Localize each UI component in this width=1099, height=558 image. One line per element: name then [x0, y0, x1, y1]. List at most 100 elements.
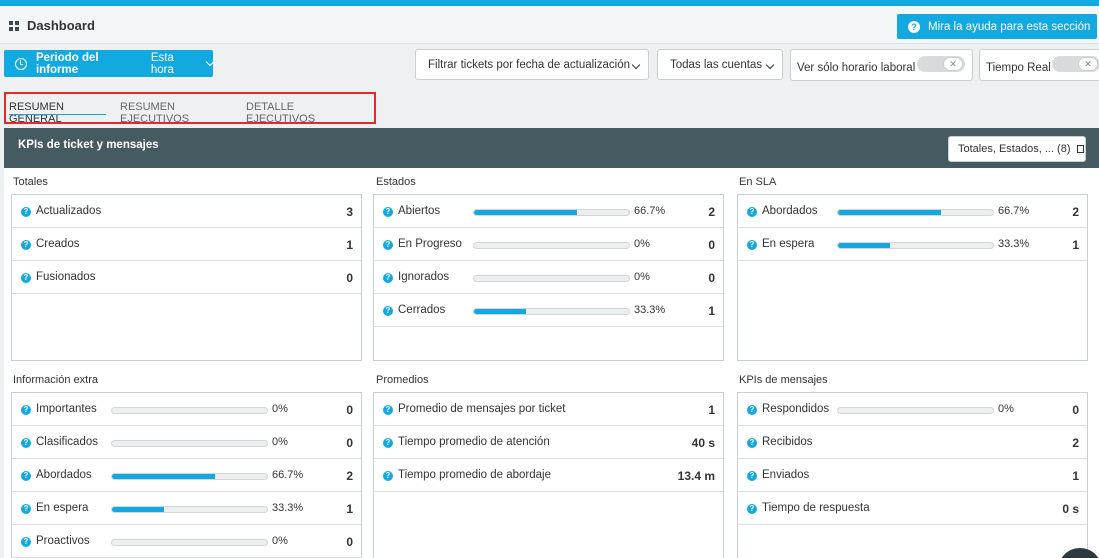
- question-icon[interactable]: ?: [747, 438, 757, 448]
- kpi-row-percent: 0%: [998, 403, 1014, 415]
- chevron-down-icon: [205, 57, 215, 66]
- kpi-row-percent: 33.3%: [634, 304, 666, 316]
- progress-bar-fill: [112, 474, 216, 479]
- question-icon[interactable]: ?: [383, 306, 393, 316]
- horario-laboral-label: Ver sólo horario laboral: [797, 62, 916, 74]
- kpi-row-value: 0: [708, 271, 715, 285]
- promedios-panel: ? Promedio de mensajes por ticket 1? Tiempo…: [373, 392, 724, 558]
- periodo-value: Esta hora: [150, 51, 174, 76]
- progress-bar-fill: [474, 210, 578, 215]
- question-icon[interactable]: ?: [383, 273, 393, 283]
- question-icon[interactable]: ?: [21, 537, 31, 547]
- progress-bar: [837, 242, 994, 249]
- kpi-row-label: Abiertos: [398, 205, 441, 217]
- question-icon[interactable]: ?: [747, 471, 757, 481]
- kpi-row-label: Cerrados: [398, 304, 446, 316]
- question-icon[interactable]: ?: [383, 207, 393, 217]
- progress-bar: [111, 506, 268, 513]
- kpi-row-value: 0: [346, 436, 353, 450]
- chevron-down-icon: [631, 60, 641, 70]
- question-icon[interactable]: ?: [21, 438, 31, 448]
- close-icon: ✕: [943, 57, 963, 71]
- kpi-row-value: 0: [346, 271, 353, 285]
- kpi-row-percent: 0%: [634, 238, 650, 250]
- kpi-row-percent: 0%: [272, 535, 288, 547]
- totales-panel: ? Actualizados 3? Creados 1? Fusionados 0: [11, 194, 362, 361]
- question-icon[interactable]: ?: [21, 273, 31, 283]
- kpi-row-label: Abordados: [36, 469, 92, 481]
- question-icon[interactable]: ?: [383, 240, 393, 250]
- kpi-row-value: 2: [1072, 436, 1079, 450]
- kpi-row: ? En Progreso 0% 0: [374, 228, 723, 261]
- kpi-row-percent: 0%: [272, 436, 288, 448]
- question-icon[interactable]: ?: [747, 240, 757, 250]
- filter-date-select-value: Filtrar tickets por fecha de actualizaci…: [428, 58, 630, 71]
- kpi-row-percent: 66.7%: [998, 205, 1030, 217]
- kpi-row-value: 1: [1072, 238, 1079, 252]
- kpi-row-label: Tiempo promedio de abordaje: [398, 469, 551, 481]
- kpi-row-value: 2: [1072, 205, 1079, 219]
- periodo-dropdown-button[interactable]: Periodo del informe Esta hora: [4, 50, 215, 77]
- kpi-row: ? En espera 33.3% 1: [738, 228, 1087, 261]
- filter-date-select[interactable]: Filtrar tickets por fecha de actualizaci…: [415, 49, 649, 80]
- periodo-label: Periodo del informe: [35, 51, 99, 76]
- accounts-select-value: Todas las cuentas: [670, 58, 763, 71]
- kpi-row: ? Abordados 66.7% 2: [738, 195, 1087, 228]
- kpi-row-label: Respondidos: [762, 403, 830, 415]
- question-icon[interactable]: ?: [21, 471, 31, 481]
- kpi-row-label: Tiempo de respuesta: [762, 502, 870, 514]
- estados-panel: ? Abiertos 66.7% 2? En Progreso 0% 0? Ignorados…: [373, 194, 724, 361]
- question-icon[interactable]: ?: [383, 438, 393, 448]
- kpi-row: ? Cerrados 33.3% 1: [374, 294, 723, 327]
- progress-bar-fill: [474, 309, 526, 314]
- kpi-row-percent: 33.3%: [272, 502, 304, 514]
- help-button[interactable]: ? Mira la ayuda para esta sección: [897, 14, 1097, 39]
- kpi-row: ? Clasificados 0% 0: [12, 426, 361, 459]
- progress-bar: [837, 407, 994, 414]
- kpi-row: ? Tiempo promedio de abordaje 13.4 m: [374, 459, 723, 492]
- page-title: Dashboard: [27, 18, 95, 33]
- tabs-highlight-box: [4, 92, 376, 124]
- kpi-row-label: Recibidos: [762, 436, 813, 448]
- progress-bar-fill: [838, 243, 890, 248]
- tiempo-real-toggle[interactable]: ✕: [1052, 56, 1099, 72]
- question-icon[interactable]: ?: [21, 405, 31, 415]
- totales-filter-button[interactable]: Totales, Estados, ... (8): [948, 136, 1086, 162]
- kpi-row-percent: 33.3%: [998, 238, 1030, 250]
- kpi-row-label: Actualizados: [36, 205, 102, 217]
- question-icon[interactable]: ?: [383, 471, 393, 481]
- page-header: Dashboard ? Mira la ayuda para esta secc…: [0, 6, 1099, 44]
- question-icon[interactable]: ?: [21, 504, 31, 514]
- accounts-select[interactable]: Todas las cuentas: [657, 49, 783, 80]
- horario-laboral-control: Ver sólo horario laboral ✕: [790, 49, 973, 81]
- square-icon: [1076, 145, 1084, 153]
- kpi-row-value: 2: [708, 205, 715, 219]
- help-button-label: Mira la ayuda para esta sección: [928, 20, 1091, 33]
- question-icon[interactable]: ?: [747, 207, 757, 217]
- horario-laboral-toggle[interactable]: ✕: [917, 56, 965, 72]
- kpi-row-label: En espera: [762, 238, 815, 250]
- kpi-row: ? Respondidos 0% 0: [738, 393, 1087, 426]
- kpi-row-value: 13.4 m: [677, 469, 715, 483]
- section-title-totales: Totales: [13, 176, 48, 188]
- progress-bar: [111, 473, 268, 480]
- kpi-row: ? Recibidos 2: [738, 426, 1087, 459]
- kpi-row-value: 0: [346, 403, 353, 417]
- question-icon[interactable]: ?: [747, 504, 757, 514]
- kpis-mensajes-panel: ? Respondidos 0% 0? Recibidos 2? Enviados 1? Tie…: [737, 392, 1088, 558]
- kpi-row-label: Importantes: [36, 403, 97, 415]
- kpi-row-value: 0: [1072, 403, 1079, 417]
- question-icon[interactable]: ?: [21, 240, 31, 250]
- question-icon[interactable]: ?: [383, 405, 393, 415]
- kpi-row-label: En Progreso: [398, 238, 462, 250]
- kpi-row: ? Abiertos 66.7% 2: [374, 195, 723, 228]
- question-icon[interactable]: ?: [747, 405, 757, 415]
- kpi-row-percent: 66.7%: [634, 205, 666, 217]
- kpi-row-label: Clasificados: [36, 436, 98, 448]
- kpi-row-value: 2: [346, 469, 353, 483]
- kpi-row-value: 3: [346, 205, 353, 219]
- kpi-row-value: 0: [346, 535, 353, 549]
- kpi-row-value: 1: [346, 502, 353, 516]
- kpi-row-value: 0 s: [1062, 502, 1079, 516]
- question-icon[interactable]: ?: [21, 207, 31, 217]
